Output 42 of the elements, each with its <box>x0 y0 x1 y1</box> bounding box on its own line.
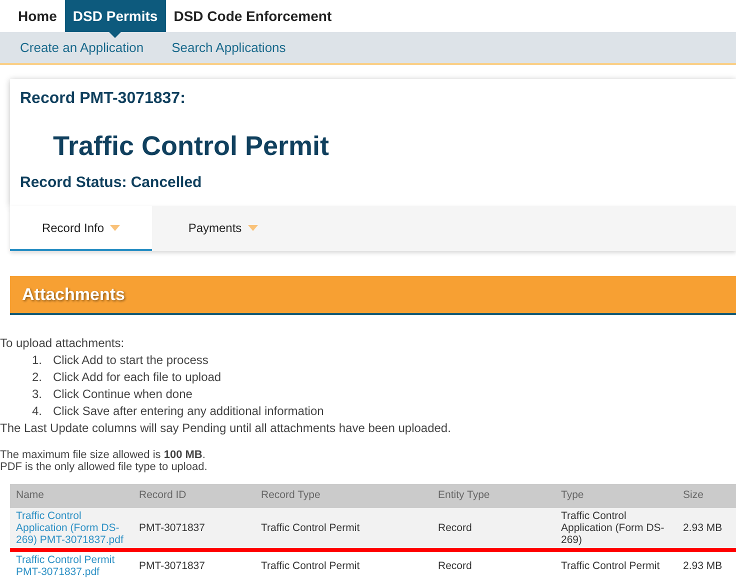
step-number: 2. <box>32 369 44 386</box>
record-status: Record Status: Cancelled <box>20 173 202 193</box>
column-header[interactable]: Type <box>555 484 677 508</box>
record-id: Record PMT-3071837: <box>20 89 186 109</box>
step-text: Click Add for each file to upload <box>53 369 222 386</box>
sub-nav-link[interactable]: Search Applications <box>172 38 286 58</box>
sub-nav-link[interactable]: Create an Application <box>20 38 144 58</box>
column-header[interactable]: Name <box>10 484 133 508</box>
step-number: 3. <box>32 386 44 403</box>
record-tab[interactable]: Record Info <box>10 206 152 251</box>
table-cell: Traffic Control Permit <box>255 508 432 550</box>
column-header[interactable]: Record Type <box>255 484 432 508</box>
instructions-intro: To upload attachments: <box>0 335 126 352</box>
table-cell: Record <box>432 550 555 580</box>
dropdown-caret-icon <box>110 224 120 230</box>
section-title: Attachments <box>22 284 125 306</box>
record-tab[interactable]: Payments <box>152 206 294 251</box>
step-number: 4. <box>32 403 44 420</box>
table-cell: 2.93 MB <box>677 550 736 580</box>
step-text: Click Add to start the process <box>53 352 208 369</box>
table-cell: Traffic Control Permit <box>255 550 432 580</box>
step-number: 1. <box>32 352 44 369</box>
table-cell: Record <box>432 508 555 550</box>
table-cell: PMT-3071837 <box>133 508 255 550</box>
file-link[interactable]: Traffic Control Permit PMT-3071837.pdf <box>16 554 127 578</box>
step-text: Click Continue when done <box>53 386 192 403</box>
upload-limit-text: PDF is the only allowed file type to upload. <box>0 461 208 473</box>
instructions-note: The Last Update columns will say Pending until all attachments have been uploaded. <box>0 420 452 437</box>
table-cell: Traffic Control Permit <box>555 550 677 580</box>
nav-tab[interactable]: Home <box>10 0 65 32</box>
table-cell: PMT-3071837 <box>133 550 255 580</box>
nav-tab[interactable]: DSD Code Enforcement <box>166 0 340 32</box>
file-link[interactable]: Traffic Control Application (Form DS-269) PMT-3071837.pdf <box>16 510 127 546</box>
column-header[interactable]: Record ID <box>133 484 255 508</box>
table-cell: Traffic Control Application (Form DS-269) <box>555 508 677 550</box>
step-text: Click Save after entering any additional information <box>53 403 324 420</box>
column-header[interactable]: Entity Type <box>432 484 555 508</box>
record-title: Traffic Control Permit <box>53 130 330 163</box>
table-cell: 2.93 MB <box>677 508 736 550</box>
column-header[interactable]: Size <box>677 484 736 508</box>
upload-limit-text: The maximum file size allowed is 100 MB. <box>0 449 206 461</box>
dropdown-caret-icon <box>248 224 258 230</box>
